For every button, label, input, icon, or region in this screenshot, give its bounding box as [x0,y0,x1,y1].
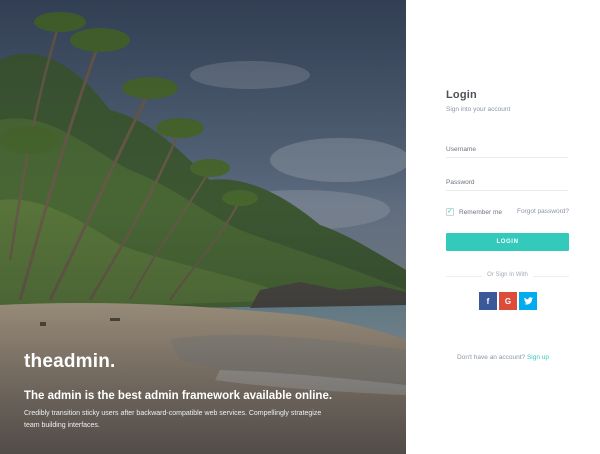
google-plus-icon: G [504,296,512,306]
remember-me-toggle[interactable]: ✓ Remember me [446,207,502,217]
remember-me-label: Remember me [459,208,502,216]
login-panel: Login Sign into your account ✓ Remember … [406,0,600,454]
twitter-icon [523,297,533,305]
facebook-login-button[interactable]: f [479,292,497,310]
login-subtitle: Sign into your account [446,106,511,113]
check-icon: ✓ [447,208,453,215]
login-title: Login [446,89,477,101]
google-login-button[interactable]: G [499,292,517,310]
hero-description: Credibly transition sticky users after b… [24,410,322,429]
social-divider-label: Or Sign In With [487,272,528,278]
username-input[interactable] [446,141,568,158]
facebook-icon: f [486,296,490,306]
remember-me-checkbox[interactable]: ✓ [446,208,454,216]
signup-link[interactable]: Sign up [527,354,549,361]
forgot-password-link[interactable]: Forgot password? [517,208,569,215]
password-input[interactable] [446,174,568,191]
hero-tagline: The admin is the best admin framework av… [24,390,333,402]
twitter-login-button[interactable] [519,292,537,310]
signup-prompt: Don't have an account? [457,354,526,361]
login-button[interactable]: LOGIN [446,233,569,251]
divider-line-right [533,276,569,277]
social-divider: Or Sign In With [446,272,569,280]
social-buttons: f G [479,292,537,310]
brand-logo-text: theadmin. [24,351,116,372]
hero-overlay [0,0,406,454]
hero-panel: theadmin. The admin is the best admin fr… [0,0,406,454]
signup-row: Don't have an account? Sign up [406,354,600,361]
